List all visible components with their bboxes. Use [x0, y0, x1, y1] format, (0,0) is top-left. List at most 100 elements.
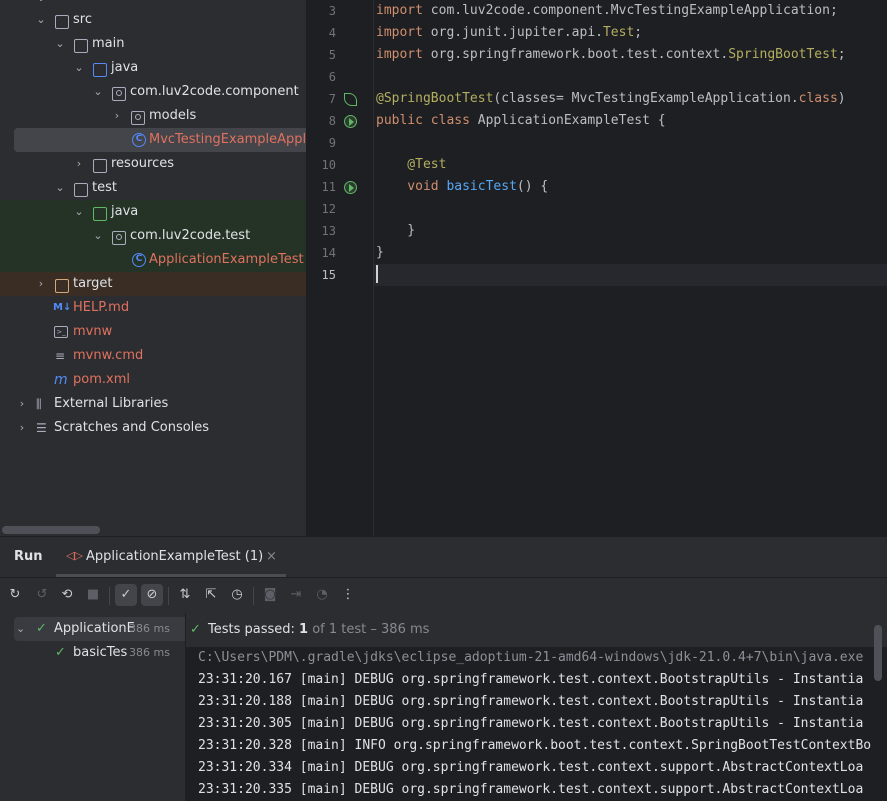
class-icon: C	[132, 253, 146, 267]
rerun-failed-icon[interactable]: ↺	[31, 584, 53, 606]
current-line-highlight	[306, 264, 887, 286]
run-toolbar: ↻ ↺ ⟲ ■ ✓ ⊘ ⇅ ⇱ ◷ ◙ ⇥ ◔ ⋮	[0, 577, 887, 614]
chevron-down-icon[interactable]: ⌄	[53, 32, 67, 56]
package-icon	[131, 111, 145, 125]
code-line-14: }	[376, 245, 384, 260]
test-method-label: basicTes	[73, 645, 128, 660]
line-number: 11	[321, 180, 336, 194]
folder-icon	[55, 15, 69, 29]
console-line: 23:31:20.167 [main] DEBUG org.springfram…	[198, 672, 864, 687]
tree-horizontal-scrollbar[interactable]	[2, 526, 100, 534]
test-duration: 386 ms	[129, 646, 170, 659]
tree-item-mvnw[interactable]: >_ mvnw	[0, 320, 306, 344]
source-folder-icon	[93, 63, 107, 77]
chevron-down-icon[interactable]: ⌄	[53, 176, 67, 200]
tree-item-test-java[interactable]: ⌄ java	[0, 200, 306, 224]
chevron-right-icon[interactable]: ›	[15, 392, 29, 416]
tree-item-mvnw-cmd[interactable]: ≡ mvnw.cmd	[0, 344, 306, 368]
console-vertical-scrollbar[interactable]	[874, 625, 882, 681]
tab-run-config[interactable]: ◁▷ ApplicationExampleTest (1) ×	[56, 537, 286, 577]
project-tree: ⌄ ⌄ src ⌄ main ⌄ java ⌄ com.luv2code.com…	[0, 0, 306, 536]
line-number: 6	[328, 70, 336, 84]
console-line: 23:31:20.188 [main] DEBUG org.springfram…	[198, 694, 864, 709]
run-tool-title[interactable]: Run	[14, 549, 43, 564]
tree-item-package-test[interactable]: ⌄ com.luv2code.test	[0, 224, 306, 248]
test-method-row[interactable]: ✓ basicTes 386 ms	[0, 641, 185, 665]
tree-item-label: External Libraries	[54, 396, 169, 411]
folder-icon	[74, 183, 88, 197]
chevron-right-icon[interactable]: ›	[110, 104, 124, 128]
maven-icon: m	[54, 372, 68, 388]
tree-item-external-libraries[interactable]: › ⫼ External Libraries	[0, 392, 306, 416]
code-editor[interactable]: 3 4 5 6 7 8 9 10 11 12 13 14 15 import c…	[306, 0, 887, 536]
sort-icon[interactable]: ⇅	[174, 584, 196, 606]
import-tests-icon[interactable]: ⇥	[285, 584, 307, 606]
tree-item-label: java	[111, 204, 139, 219]
more-options-icon[interactable]: ⋮	[337, 584, 359, 606]
tree-item-label: pom.xml	[73, 372, 130, 387]
tree-item-main[interactable]: ⌄ main	[0, 32, 306, 56]
tab-label: ApplicationExampleTest (1)	[86, 549, 264, 564]
console-output[interactable]: ✓ Tests passed: 1 of 1 test – 386 ms C:\…	[186, 613, 887, 801]
collapse-all-icon[interactable]: ⇱	[200, 584, 222, 606]
tree-item-target[interactable]: › target	[0, 272, 306, 296]
tree-item-test-class[interactable]: C ApplicationExampleTest	[0, 248, 306, 272]
run-header: Run ◁▷ ApplicationExampleTest (1) ×	[0, 537, 887, 577]
rerun-icon[interactable]: ↻	[4, 584, 26, 606]
editor-gutter: 3 4 5 6 7 8 9 10 11 12 13 14 15	[306, 0, 374, 536]
chevron-right-icon[interactable]: ›	[72, 152, 86, 176]
tree-item-pom-xml[interactable]: m pom.xml	[0, 368, 306, 392]
chevron-right-icon[interactable]: ›	[34, 272, 48, 296]
excluded-folder-icon	[55, 279, 69, 293]
tree-item-help-md[interactable]: M↓ HELP.md	[0, 296, 306, 320]
line-number: 14	[321, 246, 336, 260]
line-number: 8	[328, 114, 336, 128]
toolbar-separator	[168, 587, 169, 605]
package-icon	[112, 87, 126, 101]
stop-icon[interactable]: ■	[82, 584, 104, 606]
test-suite-row[interactable]: ⌄ ✓ ApplicationE 386 ms	[14, 617, 185, 641]
tree-item-app-class[interactable]: C MvcTestingExampleAppli	[14, 128, 306, 152]
code-line-3: import com.luv2code.component.MvcTesting…	[376, 3, 838, 18]
tree-item-label: mvnw.cmd	[73, 348, 144, 363]
spring-bean-icon[interactable]	[344, 93, 357, 106]
chevron-down-icon[interactable]: ⌄	[72, 200, 86, 224]
chevron-down-icon[interactable]: ⌄	[91, 224, 105, 248]
tree-item-label: mvnw	[73, 324, 113, 339]
chevron-down-icon[interactable]: ⌄	[16, 617, 25, 641]
passed-check-icon: ✓	[190, 622, 201, 637]
run-test-method-icon[interactable]	[344, 181, 357, 194]
library-icon: ⫼	[36, 397, 42, 411]
tree-item-resources[interactable]: › resources	[0, 152, 306, 176]
chevron-down-icon[interactable]: ⌄	[72, 56, 86, 80]
run-test-class-icon[interactable]	[344, 115, 357, 128]
show-passed-icon[interactable]: ✓	[115, 584, 137, 606]
line-number: 15	[321, 268, 336, 282]
tree-item-test[interactable]: ⌄ test	[0, 176, 306, 200]
tree-item-scratches[interactable]: › ☰ Scratches and Consoles	[0, 416, 306, 440]
line-number: 9	[328, 136, 336, 150]
chevron-right-icon[interactable]: ›	[15, 416, 29, 440]
close-icon[interactable]: ×	[266, 549, 277, 564]
folder-icon	[74, 39, 88, 53]
tree-item-models[interactable]: › models	[0, 104, 306, 128]
chevron-down-icon[interactable]: ⌄	[34, 8, 48, 32]
toggle-auto-test-icon[interactable]: ⟲	[56, 584, 78, 606]
chevron-down-icon[interactable]: ⌄	[91, 80, 105, 104]
line-number: 5	[328, 48, 336, 62]
code-line-13: }	[376, 223, 416, 238]
test-history-icon[interactable]: ◷	[226, 584, 248, 606]
tree-item-java[interactable]: ⌄ java	[0, 56, 306, 80]
coverage-icon[interactable]: ◔	[311, 584, 333, 606]
console-line: 23:31:20.305 [main] DEBUG org.springfram…	[198, 716, 864, 731]
resources-folder-icon	[93, 159, 107, 173]
tree-item-src[interactable]: ⌄ src	[0, 8, 306, 32]
class-icon: C	[132, 133, 146, 147]
terminal-script-icon: >_	[54, 326, 68, 338]
tree-item-label: java	[111, 60, 139, 75]
tree-item-package-component[interactable]: ⌄ com.luv2code.component	[0, 80, 306, 104]
show-ignored-icon[interactable]: ⊘	[141, 584, 163, 606]
camera-icon[interactable]: ◙	[259, 584, 281, 606]
test-status-bar: ✓ Tests passed: 1 of 1 test – 386 ms	[186, 613, 887, 647]
run-tool-window: Run ◁▷ ApplicationExampleTest (1) × ↻ ↺ …	[0, 536, 887, 801]
